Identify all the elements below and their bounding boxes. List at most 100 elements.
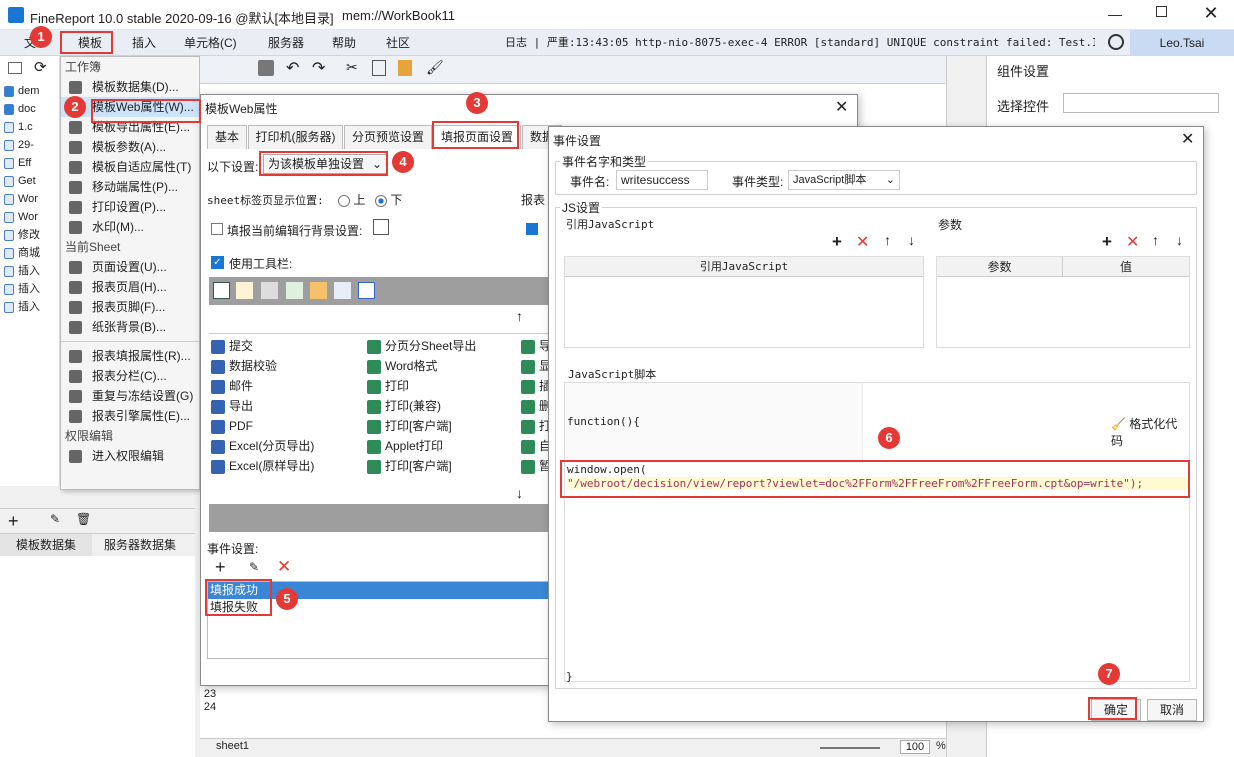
bg-checkbox[interactable] xyxy=(211,223,223,235)
param-up-icon[interactable]: ↑ xyxy=(1152,232,1159,248)
menu-paper-bg[interactable]: 纸张背景(B)... xyxy=(61,317,199,337)
tree-item[interactable]: Wor xyxy=(4,190,60,208)
menu-insert[interactable]: 插入 xyxy=(132,30,156,56)
refresh-icon[interactable]: ⟳ xyxy=(34,58,47,76)
user-name[interactable]: Leo.Tsai xyxy=(1130,30,1234,56)
ref-down-icon[interactable]: ↓ xyxy=(908,232,915,248)
toolbar-button-item[interactable]: 打印(兼容) xyxy=(367,396,517,416)
add-icon[interactable]: + xyxy=(8,511,19,532)
copy-icon[interactable] xyxy=(372,60,386,76)
toolbar-button-item[interactable]: 导出 xyxy=(211,396,361,416)
zoom-slider[interactable] xyxy=(820,747,880,749)
toolbar-button-item[interactable]: Excel(分页导出) xyxy=(211,436,361,456)
menu-freeze[interactable]: 重复与冻结设置(G) xyxy=(61,386,199,406)
param-delete-icon[interactable]: ✕ xyxy=(1126,232,1139,252)
menu-columns[interactable]: 报表分栏(C)... xyxy=(61,366,199,386)
menu-dataset[interactable]: 模板数据集(D)... xyxy=(61,77,199,97)
toolbar-button-item[interactable]: 删 xyxy=(521,396,551,416)
cut-icon[interactable]: ✂ xyxy=(346,59,358,76)
tree-item[interactable]: 29- xyxy=(4,136,60,154)
menu-server[interactable]: 服务器 xyxy=(268,30,304,56)
ref-up-icon[interactable]: ↑ xyxy=(884,232,891,248)
toolbar-button-item[interactable]: 分页分Sheet导出 xyxy=(367,336,517,356)
edit-event-icon[interactable]: ✎ xyxy=(249,560,259,574)
tree-item[interactable]: 商城 xyxy=(4,244,60,262)
toolbar-button-item[interactable]: 导 xyxy=(521,336,551,356)
toolbar-button-item[interactable]: 打 xyxy=(521,416,551,436)
move-up-arrow-icon[interactable]: ↑ xyxy=(516,308,523,324)
new-folder-icon[interactable] xyxy=(8,62,22,74)
toolbar-button-item[interactable]: PDF xyxy=(211,416,361,436)
tree-item[interactable]: doc xyxy=(4,100,60,118)
zoom-value[interactable]: 100 xyxy=(900,740,930,754)
menu-watermark[interactable]: 水印(M)... xyxy=(61,217,199,237)
script-editor[interactable]: function(){ 🧹 格式化代码 window.open( "/webro… xyxy=(564,382,1190,682)
format-brush-icon[interactable]: 🖌 xyxy=(426,59,444,76)
minimize-button[interactable]: — xyxy=(1100,6,1130,22)
redo-icon[interactable]: ↷ xyxy=(312,58,325,78)
menu-footer[interactable]: 报表页脚(F)... xyxy=(61,297,199,317)
tab-template-dataset[interactable]: 模板数据集 xyxy=(0,534,92,556)
menu-community[interactable]: 社区 xyxy=(386,30,410,56)
menu-params[interactable]: 模板参数(A)... xyxy=(61,137,199,157)
radio-up[interactable]: 上 xyxy=(338,191,365,208)
tree-item[interactable]: 插入 xyxy=(4,280,60,298)
toolbar-button-item[interactable]: 暂 xyxy=(521,456,551,476)
paint-bucket-icon[interactable] xyxy=(373,219,389,235)
toolbar-button-item[interactable]: 打印 xyxy=(367,376,517,396)
delete-event-icon[interactable]: ✕ xyxy=(277,557,291,577)
add-event-icon[interactable]: + xyxy=(215,557,226,578)
move-down-arrow-icon[interactable]: ↓ xyxy=(516,485,523,501)
tab-basic[interactable]: 基本 xyxy=(207,125,247,149)
delete-icon[interactable]: 🗑 xyxy=(76,512,91,526)
menu-cell[interactable]: 单元格(C) xyxy=(184,30,237,56)
undo-icon[interactable]: ↶ xyxy=(286,58,299,78)
ref-add-icon[interactable]: + xyxy=(832,232,842,252)
tree-item[interactable]: 插入 xyxy=(4,262,60,280)
tree-item[interactable]: Eff xyxy=(4,154,60,172)
tree-item[interactable]: Wor xyxy=(4,208,60,226)
ref-delete-icon[interactable]: ✕ xyxy=(856,232,869,252)
close-event-dialog-icon[interactable]: ✕ xyxy=(1181,129,1194,149)
radio-down[interactable]: 下 xyxy=(375,191,402,208)
toolbar-button-item[interactable]: 自 xyxy=(521,436,551,456)
event-type-select[interactable]: JavaScript脚本 ⌄ xyxy=(788,170,900,190)
tree-item[interactable]: 1.c xyxy=(4,118,60,136)
toolbar-button-item[interactable]: 插 xyxy=(521,376,551,396)
tree-item[interactable]: 插入 xyxy=(4,298,60,316)
maximize-button[interactable] xyxy=(1146,6,1176,20)
edit-icon[interactable]: ✎ xyxy=(50,512,60,526)
tab-server-dataset[interactable]: 服务器数据集 xyxy=(92,534,188,556)
cancel-button[interactable]: 取消 xyxy=(1147,699,1197,721)
menu-engine[interactable]: 报表引擎属性(E)... xyxy=(61,406,199,426)
toolbar-button-item[interactable]: 数据校验 xyxy=(211,356,361,376)
toolbar-button-item[interactable]: 打印[客户端] xyxy=(367,456,517,476)
sheet-tab[interactable]: sheet1 xyxy=(216,740,249,752)
toolbar-button-item[interactable]: 显 xyxy=(521,356,551,376)
tab-printer[interactable]: 打印机(服务器) xyxy=(248,125,343,149)
menu-help[interactable]: 帮助 xyxy=(332,30,356,56)
param-down-icon[interactable]: ↓ xyxy=(1176,232,1183,248)
format-code-button[interactable]: 🧹 格式化代码 xyxy=(1111,415,1189,449)
toolbar-button-item[interactable]: Applet打印 xyxy=(367,436,517,456)
paste-icon[interactable] xyxy=(398,60,412,76)
toolbar-checkbox[interactable]: ✓ xyxy=(211,256,224,269)
select-control-dropdown[interactable] xyxy=(1063,93,1219,113)
tab-paging-preview[interactable]: 分页预览设置 xyxy=(344,125,432,149)
menu-fill-attr[interactable]: 报表填报属性(R)... xyxy=(61,346,199,366)
checkbox-checked-icon[interactable] xyxy=(526,223,538,235)
log-status[interactable]: 日志 | 严重:13:43:05 http-nio-8075-exec-4 ER… xyxy=(505,30,1095,56)
tree-item[interactable]: dem xyxy=(4,82,60,100)
toolbar-button-item[interactable]: 邮件 xyxy=(211,376,361,396)
tree-item[interactable]: 修改 xyxy=(4,226,60,244)
search-icon[interactable] xyxy=(1108,34,1124,50)
menu-adaptive[interactable]: 模板自适应属性(T) xyxy=(61,157,199,177)
menu-mobile[interactable]: 移动端属性(P)... xyxy=(61,177,199,197)
event-name-input[interactable]: writesuccess xyxy=(616,170,708,190)
toolbar-button-item[interactable]: 打印[客户端] xyxy=(367,416,517,436)
menu-page-setup[interactable]: 页面设置(U)... xyxy=(61,257,199,277)
menu-permission[interactable]: 进入权限编辑 xyxy=(61,446,199,466)
close-dialog-icon[interactable]: ✕ xyxy=(835,97,848,117)
param-add-icon[interactable]: + xyxy=(1102,232,1112,252)
tree-item[interactable]: Get xyxy=(4,172,60,190)
